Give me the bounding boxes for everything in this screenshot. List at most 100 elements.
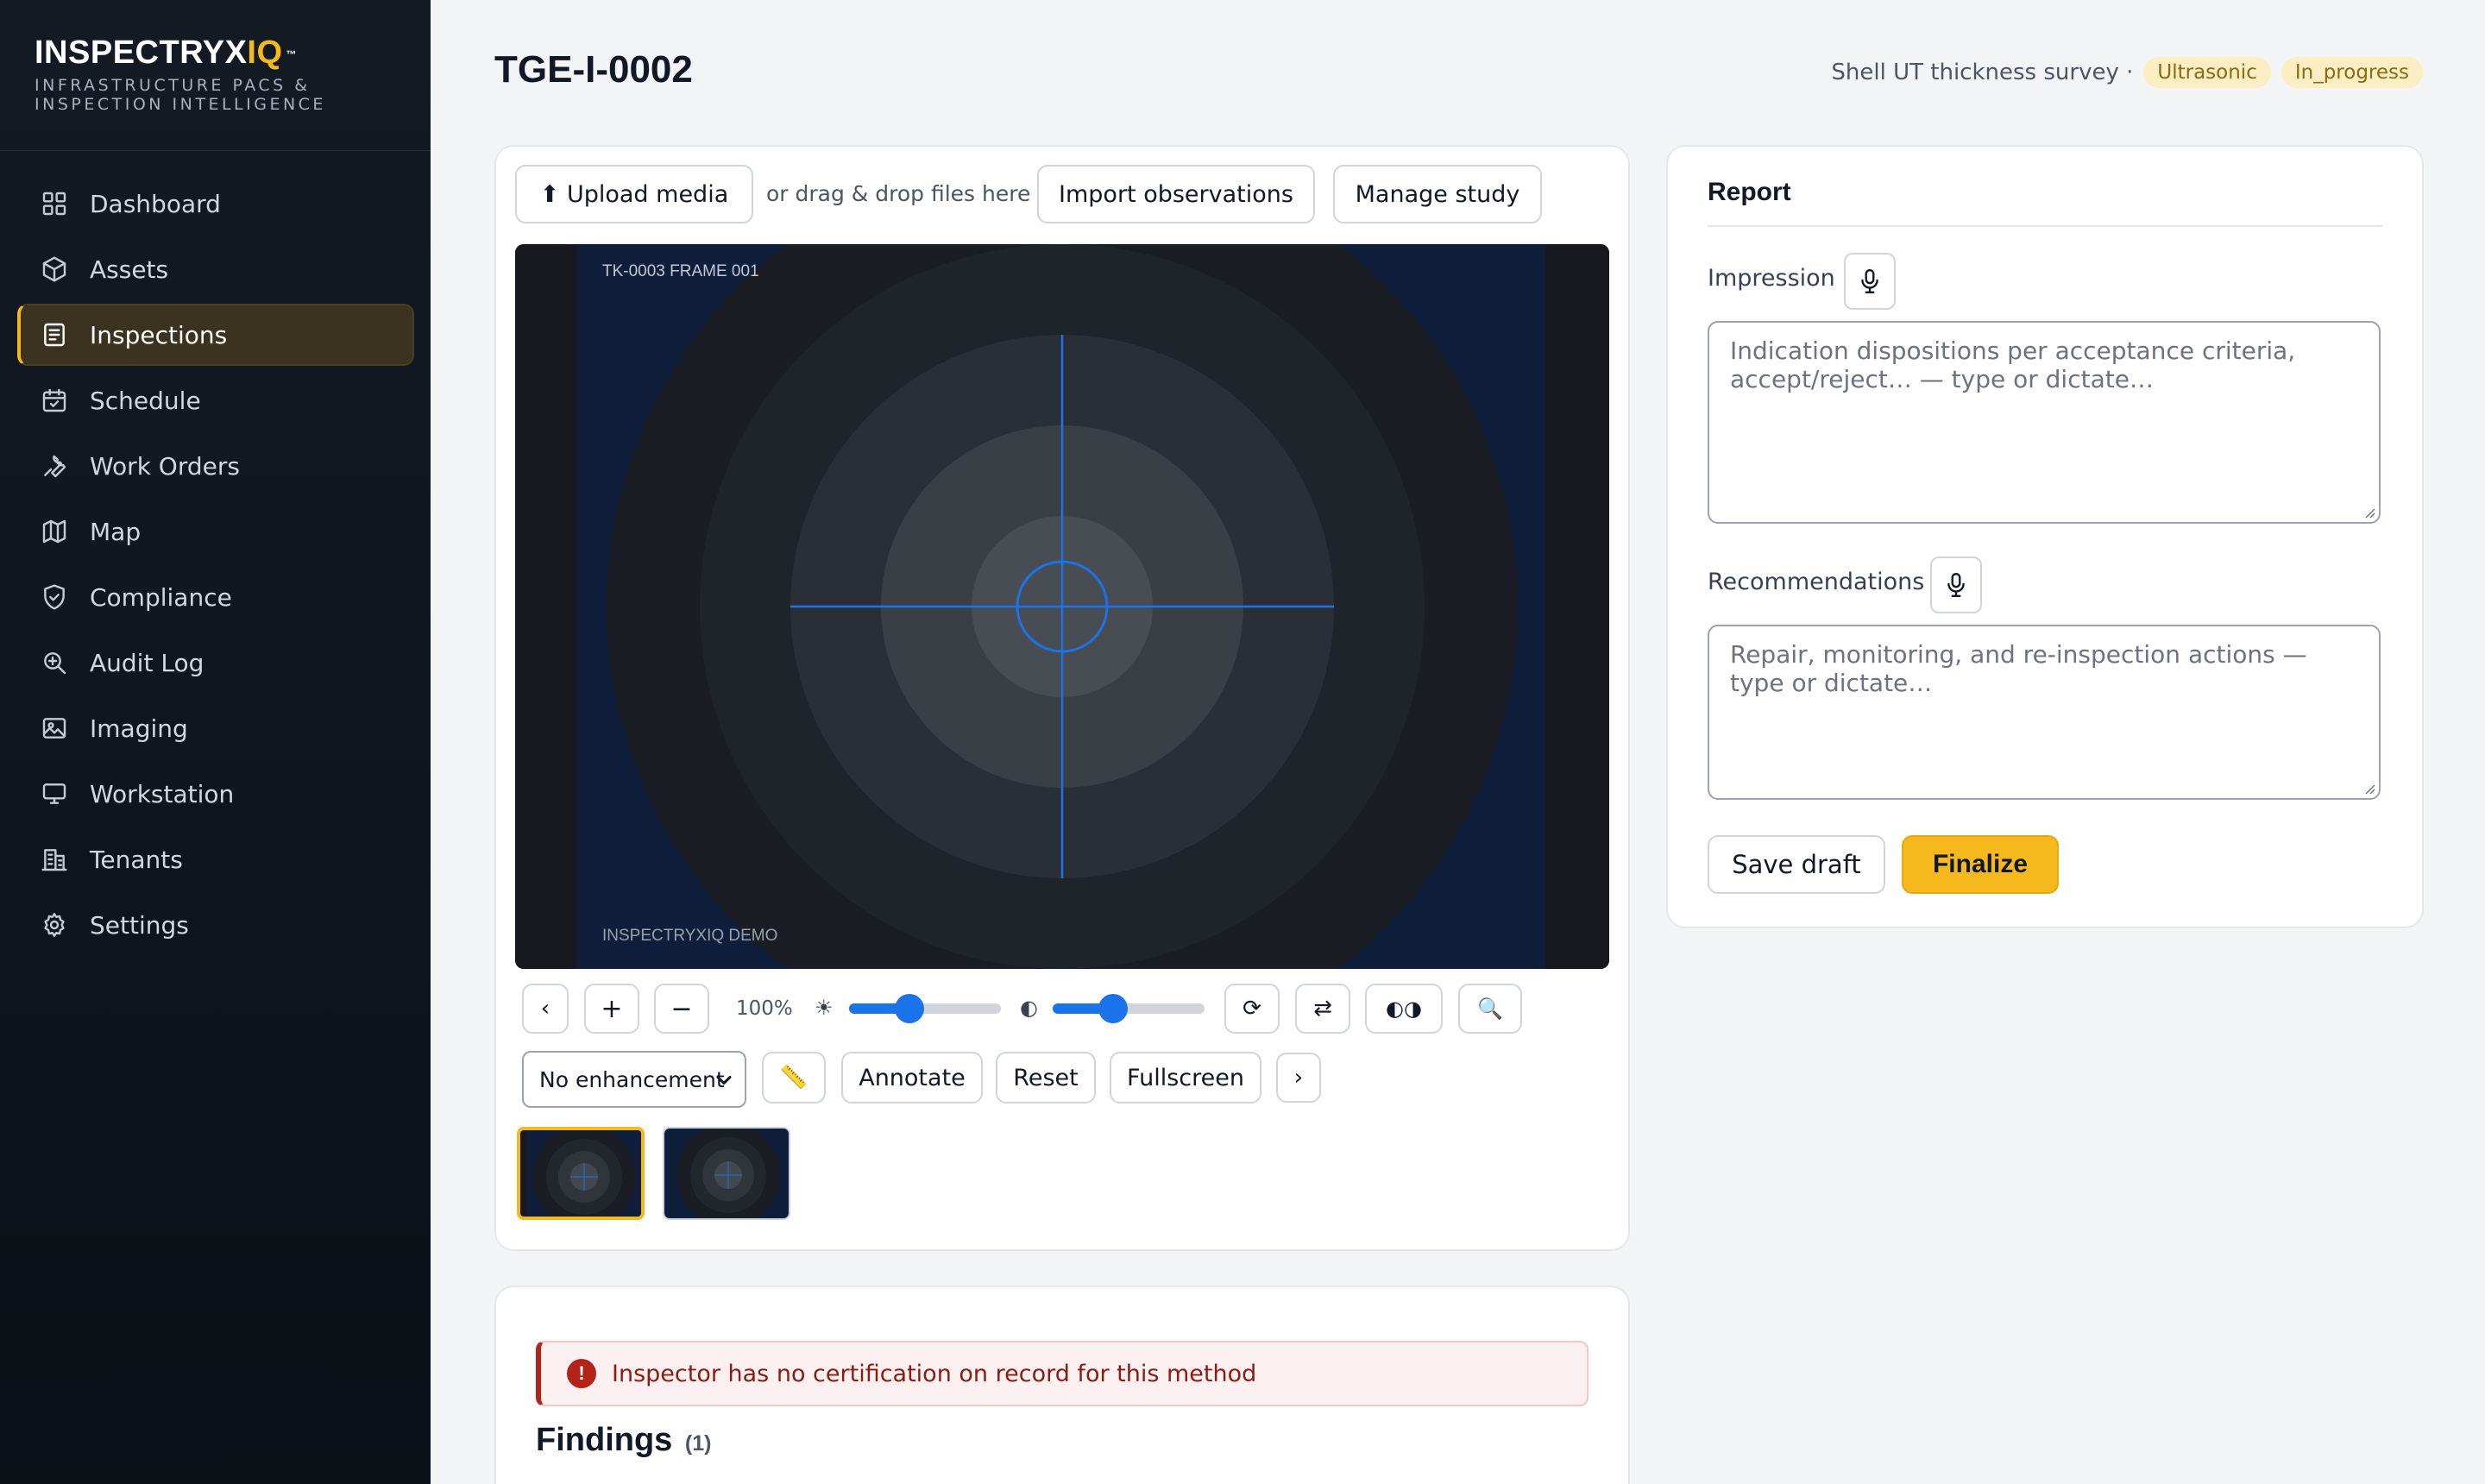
method-badge: Ultrasonic bbox=[2143, 57, 2271, 88]
drag-drop-hint: or drag & drop files here bbox=[766, 181, 1031, 206]
sidebar-item-label: Inspections bbox=[90, 320, 228, 349]
monitor-icon bbox=[40, 779, 69, 808]
thumbnail-frame-2[interactable] bbox=[663, 1127, 790, 1220]
contrast-slider[interactable] bbox=[1053, 994, 1205, 1023]
sidebar-item-label: Work Orders bbox=[90, 451, 240, 481]
microphone-icon bbox=[1861, 268, 1878, 294]
thumbnail-image bbox=[664, 1129, 789, 1218]
calendar-icon bbox=[40, 386, 69, 415]
ut-scan-image bbox=[515, 244, 1609, 969]
image-icon bbox=[40, 714, 69, 743]
chevron-down-icon bbox=[716, 1075, 732, 1085]
annotate-button[interactable]: Annotate bbox=[841, 1052, 983, 1104]
report-title: Report bbox=[1708, 178, 1791, 206]
sidebar-divider bbox=[0, 150, 431, 151]
alert-message: Inspector has no certification on record… bbox=[612, 1360, 1257, 1387]
sidebar-item-dashboard[interactable]: Dashboard bbox=[17, 173, 414, 235]
map-icon bbox=[40, 517, 69, 546]
shield-check-icon bbox=[40, 582, 69, 612]
frame-overlay-label: TK-0003 FRAME 001 bbox=[602, 262, 759, 280]
sidebar-item-audit-log[interactable]: Audit Log bbox=[17, 632, 414, 694]
search-icon bbox=[40, 648, 69, 677]
flip-button[interactable]: ⇄ bbox=[1295, 984, 1350, 1034]
sidebar-item-map[interactable]: Map bbox=[17, 500, 414, 563]
enhancement-select-value: No enhancement bbox=[539, 1066, 725, 1092]
document-icon bbox=[40, 320, 69, 349]
recommendations-label: Recommendations bbox=[1708, 569, 1925, 595]
impression-dictate-button[interactable] bbox=[1844, 253, 1896, 310]
manage-study-button[interactable]: Manage study bbox=[1333, 165, 1542, 223]
sidebar-item-label: Map bbox=[90, 517, 142, 546]
wrench-icon bbox=[40, 451, 69, 481]
sidebar-item-settings[interactable]: Settings bbox=[17, 894, 414, 956]
reset-button[interactable]: Reset bbox=[996, 1052, 1096, 1104]
thumbnail-frame-1[interactable] bbox=[517, 1127, 645, 1220]
inspection-meta: Shell UT thickness survey · Ultrasonic I… bbox=[1831, 57, 2423, 88]
thumbnail-image bbox=[520, 1130, 641, 1217]
brand-name: INSPECTRYXIQ ™ bbox=[35, 35, 298, 71]
zoom-in-button[interactable]: + bbox=[584, 984, 639, 1034]
alert-icon: ! bbox=[567, 1359, 596, 1388]
sidebar-item-label: Schedule bbox=[90, 386, 201, 415]
dashboard-grid-icon bbox=[40, 189, 69, 218]
upload-media-button[interactable]: ⬆ Upload media bbox=[515, 165, 753, 223]
recommendations-placeholder: Repair, monitoring, and re-inspection ac… bbox=[1730, 640, 2307, 697]
brightness-slider[interactable] bbox=[849, 994, 1001, 1023]
cube-icon bbox=[40, 255, 69, 284]
sidebar-item-inspections[interactable]: Inspections bbox=[17, 304, 414, 366]
recommendations-dictate-button[interactable] bbox=[1930, 556, 1982, 613]
sidebar-item-imaging[interactable]: Imaging bbox=[17, 697, 414, 759]
gear-icon bbox=[40, 910, 69, 940]
next-frame-button[interactable]: › bbox=[1276, 1053, 1321, 1103]
impression-placeholder: Indication dispositions per acceptance c… bbox=[1730, 336, 2296, 393]
enhancement-select[interactable]: No enhancement bbox=[522, 1051, 746, 1108]
sidebar-item-tenants[interactable]: Tenants bbox=[17, 828, 414, 890]
sidebar-item-label: Dashboard bbox=[90, 189, 221, 218]
building-icon bbox=[40, 845, 69, 874]
sidebar-item-schedule[interactable]: Schedule bbox=[17, 369, 414, 431]
resize-grip-icon[interactable] bbox=[2363, 783, 2375, 795]
invert-button[interactable]: ◐◑ bbox=[1365, 984, 1443, 1034]
certification-alert: ! Inspector has no certification on reco… bbox=[536, 1341, 1589, 1406]
impression-field[interactable]: Indication dispositions per acceptance c… bbox=[1708, 321, 2381, 524]
finalize-button[interactable]: Finalize bbox=[1902, 835, 2059, 894]
report-divider bbox=[1708, 225, 2382, 227]
sidebar-item-label: Assets bbox=[90, 255, 169, 284]
fullscreen-button[interactable]: Fullscreen bbox=[1110, 1052, 1261, 1104]
brand-tagline: INFRASTRUCTURE PACS & INSPECTION INTELLI… bbox=[35, 76, 326, 114]
recommendations-field[interactable]: Repair, monitoring, and re-inspection ac… bbox=[1708, 625, 2381, 800]
page-title: TGE-I-0002 bbox=[494, 48, 693, 91]
magnify-button[interactable]: 🔍 bbox=[1458, 984, 1522, 1034]
sidebar-item-label: Imaging bbox=[90, 714, 188, 743]
rotate-button[interactable]: ⟳ bbox=[1224, 984, 1280, 1034]
sidebar-item-label: Audit Log bbox=[90, 648, 204, 677]
sidebar-item-workstation[interactable]: Workstation bbox=[17, 763, 414, 825]
sidebar-item-work-orders[interactable]: Work Orders bbox=[17, 435, 414, 497]
zoom-level: 100% bbox=[736, 997, 793, 1020]
brand-logo[interactable]: INSPECTRYXIQ ™ INFRASTRUCTURE PACS & INSP… bbox=[35, 35, 397, 114]
image-viewport[interactable] bbox=[515, 244, 1609, 969]
sidebar-item-assets[interactable]: Assets bbox=[17, 238, 414, 300]
zoom-out-button[interactable]: − bbox=[654, 984, 709, 1034]
microphone-icon bbox=[1947, 572, 1965, 598]
sidebar-item-label: Tenants bbox=[90, 845, 183, 874]
resize-grip-icon[interactable] bbox=[2363, 506, 2375, 519]
sidebar: INSPECTRYXIQ ™ INFRASTRUCTURE PACS & INSP… bbox=[0, 0, 431, 1484]
findings-title-text: Findings bbox=[536, 1422, 673, 1458]
status-badge: In_progress bbox=[2281, 57, 2423, 88]
sidebar-item-compliance[interactable]: Compliance bbox=[17, 566, 414, 628]
watermark-overlay-label: INSPECTRYXIQ DEMO bbox=[602, 927, 778, 945]
save-draft-button[interactable]: Save draft bbox=[1708, 835, 1885, 894]
prev-frame-button[interactable]: ‹ bbox=[522, 984, 569, 1034]
findings-title: Findings (1) bbox=[536, 1422, 711, 1459]
contrast-icon: ◐ bbox=[1020, 996, 1038, 1020]
impression-label: Impression bbox=[1708, 265, 1835, 292]
sidebar-item-label: Workstation bbox=[90, 779, 235, 808]
report-card bbox=[1666, 145, 2424, 928]
import-observations-button[interactable]: Import observations bbox=[1037, 165, 1315, 223]
findings-count: (1) bbox=[684, 1431, 712, 1456]
brightness-icon: ☀ bbox=[815, 996, 834, 1020]
sidebar-nav: Dashboard Assets Inspections Schedule Wo… bbox=[17, 173, 414, 959]
inspection-subtitle: Shell UT thickness survey · bbox=[1831, 60, 2134, 85]
measure-button[interactable]: 📏 bbox=[762, 1052, 826, 1104]
